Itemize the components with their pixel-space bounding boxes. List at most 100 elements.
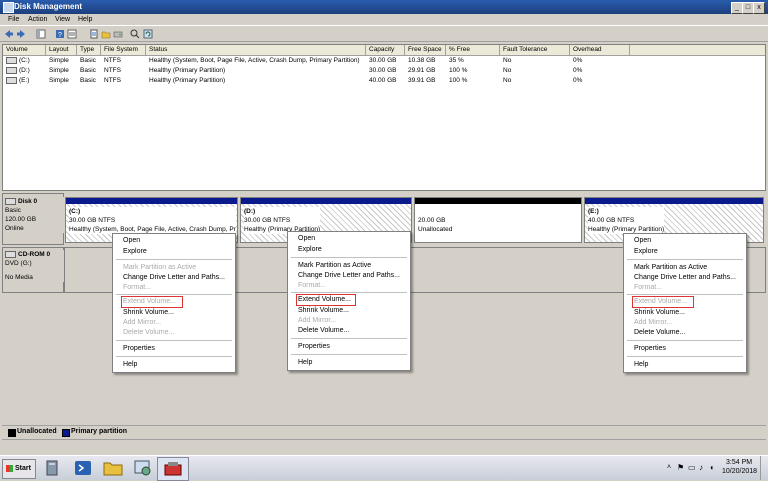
menu-item-format[interactable]: Format... — [298, 282, 326, 289]
disk-management-taskbar-button[interactable] — [157, 457, 189, 481]
unallocated-bar — [415, 198, 581, 204]
col-type[interactable]: Type — [77, 45, 101, 55]
cdrom-media: No Media — [5, 274, 33, 281]
unallocated-space[interactable]: 20.00 GB Unallocated — [414, 197, 582, 243]
table-row[interactable]: (C:) Simple Basic NTFS Healthy (System, Boot… — [3, 56, 765, 66]
menu-item-add-mirror[interactable]: Add Mirror... — [123, 319, 161, 326]
table-cell: Healthy (System, Boot, Page File, Active… — [149, 57, 360, 64]
start-button[interactable]: Start — [2, 459, 36, 479]
menu-item-properties[interactable]: Properties — [634, 345, 666, 352]
folder-open-icon[interactable] — [101, 29, 111, 39]
menu-item-delete-volume[interactable]: Delete Volume... — [123, 329, 174, 336]
menu-item-format[interactable]: Format... — [123, 284, 151, 291]
col-status[interactable]: Status — [146, 45, 366, 55]
menu-item-delete-volume[interactable]: Delete Volume... — [298, 327, 349, 334]
menu-item-open[interactable]: Open — [123, 237, 140, 244]
menu-item-properties[interactable]: Properties — [123, 345, 155, 352]
table-cell: 39.91 GB — [408, 77, 436, 84]
show-hidden-icons-icon[interactable]: ˄ — [667, 464, 671, 471]
help-icon[interactable]: ? — [55, 29, 65, 39]
menu-item-shrink-volume[interactable]: Shrink Volume... — [634, 309, 685, 316]
menu-item-shrink-volume[interactable]: Shrink Volume... — [298, 307, 349, 314]
forward-arrow-icon[interactable] — [16, 29, 26, 39]
cdrom-header[interactable]: CD-ROM 0 DVD (G:) No Media — [2, 247, 65, 293]
security-icon[interactable]: ◐ — [710, 463, 715, 472]
show-hide-tree-icon[interactable] — [36, 29, 46, 39]
menu-item-change-letter[interactable]: Change Drive Letter and Paths... — [634, 274, 736, 281]
network-icon[interactable]: ▭ — [688, 463, 696, 472]
rescan-icon[interactable] — [89, 29, 99, 39]
windows-logo-icon — [6, 464, 13, 472]
refresh-icon[interactable] — [143, 29, 153, 39]
menu-item-open[interactable]: Open — [298, 235, 315, 242]
menu-file[interactable]: File — [8, 16, 19, 23]
menu-item-change-letter[interactable]: Change Drive Letter and Paths... — [298, 272, 400, 279]
cdrom-name: CD-ROM 0 — [5, 250, 65, 259]
search-disk-icon[interactable] — [130, 29, 140, 39]
col-percent-free[interactable]: % Free — [446, 45, 500, 55]
menu-item-help[interactable]: Help — [298, 359, 312, 366]
menu-item-shrink-volume[interactable]: Shrink Volume... — [123, 309, 174, 316]
properties-icon[interactable] — [67, 29, 77, 39]
menu-item-delete-volume[interactable]: Delete Volume... — [634, 329, 685, 336]
menu-item-extend-volume[interactable]: Extend Volume... — [634, 298, 687, 305]
close-button[interactable]: x — [753, 2, 765, 14]
col-fault-tolerance[interactable]: Fault Tolerance — [500, 45, 570, 55]
menu-help[interactable]: Help — [78, 16, 92, 23]
col-free-space[interactable]: Free Space — [405, 45, 446, 55]
cd-drive-icon — [5, 250, 16, 258]
menu-item-mark-active[interactable]: Mark Partition as Active — [123, 264, 196, 271]
menu-item-open[interactable]: Open — [634, 237, 651, 244]
disk-icon[interactable] — [113, 29, 123, 39]
table-cell: (E:) — [3, 76, 46, 86]
menu-view[interactable]: View — [55, 16, 70, 23]
disk0-type: Basic — [5, 207, 21, 214]
cdrom-drive: DVD (G:) — [5, 260, 32, 267]
menu-item-explore[interactable]: Explore — [123, 248, 147, 255]
taskbar: Start ˄ ⚑ ▭ ♪ ◐ 3:54 PM 10/20/2018 — [0, 455, 768, 481]
menu-item-explore[interactable]: Explore — [634, 248, 658, 255]
partition-c-text: (C:) 30.00 GB NTFS Healthy (System, Boot… — [69, 207, 236, 234]
table-row[interactable]: (D:) Simple Basic NTFS Healthy (Primary Part… — [3, 66, 765, 76]
table-cell: NTFS — [104, 77, 121, 84]
menu-separator — [291, 257, 407, 258]
server-manager-icon[interactable] — [42, 458, 64, 478]
menu-item-format[interactable]: Format... — [634, 284, 662, 291]
powershell-icon[interactable] — [72, 458, 94, 478]
menu-item-extend-volume[interactable]: Extend Volume... — [298, 296, 351, 303]
menu-action[interactable]: Action — [28, 16, 47, 23]
menu-bar: File Action View Help — [0, 14, 768, 26]
menu-item-help[interactable]: Help — [634, 361, 648, 368]
clock-date[interactable]: 10/20/2018 — [722, 468, 757, 475]
unallocated-text: 20.00 GB Unallocated — [418, 216, 453, 234]
menu-item-add-mirror[interactable]: Add Mirror... — [634, 319, 672, 326]
col-overhead[interactable]: Overhead — [570, 45, 630, 55]
clock-time[interactable]: 3:54 PM — [726, 459, 752, 466]
col-file-system[interactable]: File System — [101, 45, 146, 55]
legend: Unallocated Primary partition — [2, 425, 766, 437]
table-row[interactable]: (E:) Simple Basic NTFS Healthy (Primary Part… — [3, 76, 765, 86]
menu-item-extend-volume[interactable]: Extend Volume... — [123, 298, 176, 305]
col-layout[interactable]: Layout — [46, 45, 77, 55]
menu-item-add-mirror[interactable]: Add Mirror... — [298, 317, 336, 324]
disk0-state: Online — [5, 225, 24, 232]
disk0-header[interactable]: Disk 0 Basic 120.00 GB Online — [2, 193, 65, 245]
table-cell: 0% — [573, 77, 583, 84]
menu-item-properties[interactable]: Properties — [298, 343, 330, 350]
menu-item-mark-active[interactable]: Mark Partition as Active — [634, 264, 707, 271]
menu-item-mark-active[interactable]: Mark Partition as Active — [298, 262, 371, 269]
col-capacity[interactable]: Capacity — [366, 45, 405, 55]
menu-item-help[interactable]: Help — [123, 361, 137, 368]
back-arrow-icon[interactable] — [4, 29, 14, 39]
system-tool-icon[interactable] — [132, 458, 154, 478]
menu-separator — [627, 294, 743, 295]
show-desktop-button[interactable] — [760, 456, 768, 480]
volume-icon[interactable]: ♪ — [699, 463, 703, 472]
menu-item-change-letter[interactable]: Change Drive Letter and Paths... — [123, 274, 225, 281]
context-menu-e: Open Explore Mark Partition as Active Chang… — [623, 233, 747, 373]
context-menu-c: Open Explore Mark Partition as Active Chang… — [112, 233, 236, 373]
col-volume[interactable]: Volume — [3, 45, 46, 55]
flag-icon[interactable]: ⚑ — [677, 463, 684, 472]
menu-item-explore[interactable]: Explore — [298, 246, 322, 253]
file-explorer-icon[interactable] — [102, 458, 124, 478]
